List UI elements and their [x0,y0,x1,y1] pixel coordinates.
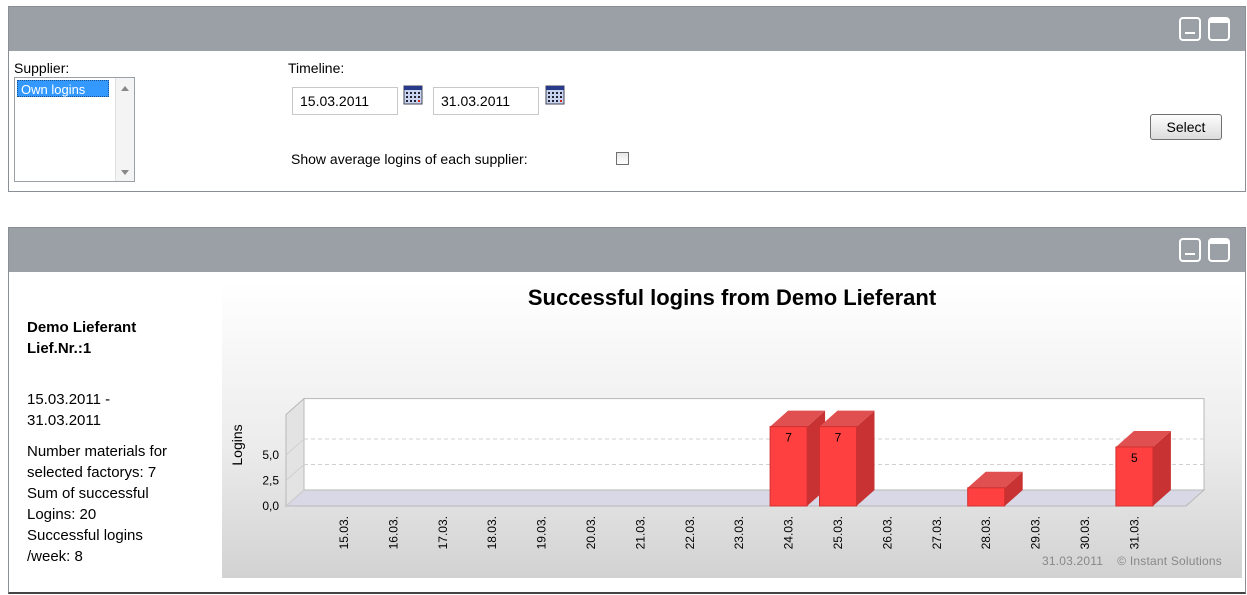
chart-back-wall [303,398,1205,491]
x-tick-label: 24.03. [782,516,796,549]
x-tick-label: 30.03. [1078,516,1092,549]
materials-text-2: selected factorys: 7 [27,464,157,481]
bar-data-label: 7 [835,431,842,445]
materials-text-1: Number materials for [27,443,168,460]
x-tick-label: 25.03. [831,516,845,549]
x-tick-label: 15.03. [337,516,351,549]
bar-data-label: 7 [785,431,792,445]
average-logins-label: Show average logins of each supplier: [291,151,528,167]
maximize-icon[interactable] [1208,238,1230,262]
x-tick-label: 21.03. [633,516,647,549]
listbox-scrollbar[interactable] [115,78,134,181]
timeline-label: Timeline: [288,60,345,76]
x-tick-label: 29.03. [1029,516,1043,549]
x-tick-label: 28.03. [979,516,993,549]
week-logins-text-1: Successful logins [27,527,143,544]
supplier-number: Lief.Nr.:1 [27,340,92,357]
supplier-label: Supplier: [14,60,70,76]
chart-footer-brand: © Instant Solutions [1117,554,1222,568]
x-tick-label: 19.03. [535,516,549,549]
x-tick-label: 26.03. [880,516,894,549]
x-tick-label: 17.03. [436,516,450,549]
scroll-down-icon[interactable] [121,170,129,175]
x-tick-label: 16.03. [386,516,400,549]
bar-data-label: 5 [1131,451,1138,465]
x-tick-label: 23.03. [732,516,746,549]
select-button[interactable]: Select [1150,114,1222,140]
supplier-name: Demo Lieferant [27,319,137,336]
filter-panel-header [9,7,1245,51]
x-tick-label: 31.03. [1127,516,1141,549]
supplier-listbox[interactable]: Own logins [14,77,135,182]
date-to-input[interactable] [433,87,539,115]
sum-logins-text-2: Logins: 20 [27,506,97,523]
x-tick-label: 22.03. [683,516,697,549]
minimize-icon[interactable] [1179,238,1201,262]
result-panel-header [9,228,1245,272]
sum-logins-text-1: Sum of successful [27,485,149,502]
y-axis-label: Logins [229,424,245,465]
y-tick-label: 0,0 [262,499,279,513]
date-range-end: 31.03.2011 [27,412,101,429]
chart-floor [284,489,1206,507]
x-tick-label: 27.03. [930,516,944,549]
week-logins-text-2: /week: 8 [27,548,83,565]
scroll-up-icon[interactable] [121,86,129,91]
bar-side [856,410,875,506]
chart-area: Successful logins from Demo Lieferant 0,… [222,284,1242,578]
x-tick-label: 20.03. [584,516,598,549]
chart-footer-date: 31.03.2011 [1041,554,1104,568]
x-tick-label: 18.03. [485,516,499,549]
minimize-icon[interactable] [1179,17,1201,41]
bar-chart: 0,0 2,5 5,0 Logins 15.03. 16.03. 17.03. 18.03. 1… [229,397,1206,549]
calendar-from-icon[interactable] [403,85,423,105]
y-tick-label: 2,5 [262,474,279,488]
calendar-to-icon[interactable] [545,85,565,105]
average-logins-checkbox[interactable] [616,152,629,165]
chart-footer: 31.03.2011 © Instant Solutions [1042,554,1222,568]
date-from-input[interactable] [292,87,398,115]
y-tick-label: 5,0 [262,448,279,462]
maximize-icon[interactable] [1208,17,1230,41]
supplier-option-own-logins[interactable]: Own logins [17,80,109,97]
bar [967,487,1006,507]
date-range-start: 15.03.2011 - [27,391,111,408]
